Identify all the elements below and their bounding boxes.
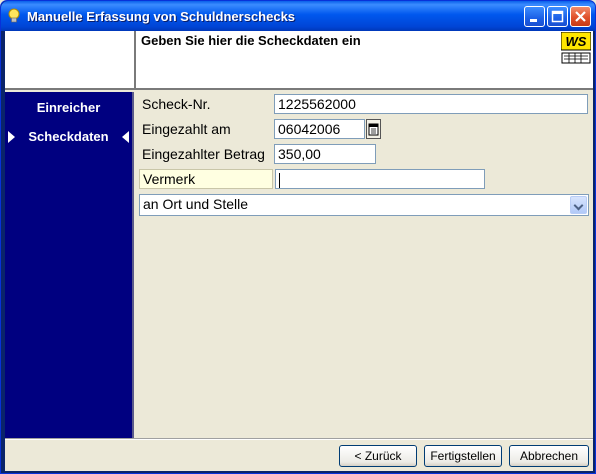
- footer-divider: [5, 438, 593, 440]
- maximize-button[interactable]: [547, 6, 568, 27]
- lightbulb-icon: [8, 8, 20, 23]
- dialog-window: Manuelle Erfassung von Schuldnerschecks …: [0, 0, 596, 474]
- finish-button[interactable]: Fertigstellen: [424, 445, 502, 467]
- vermerk-input[interactable]: [275, 169, 485, 189]
- eingezahlt-am-input[interactable]: 06042006: [274, 119, 365, 139]
- dialog-client-area: Geben Sie hier die Scheckdaten ein WS Ei…: [5, 31, 593, 471]
- calendar-icon: [368, 123, 379, 136]
- cheque-form: Scheck-Nr. 1225562000 Eingezahlt am 0604…: [136, 92, 593, 438]
- ws-logo: WS: [561, 32, 591, 64]
- header-divider: [134, 31, 136, 90]
- cancel-button[interactable]: Abbrechen: [509, 445, 589, 467]
- page-title: Geben Sie hier die Scheckdaten ein: [141, 33, 361, 48]
- calendar-button[interactable]: [366, 119, 381, 139]
- close-button[interactable]: [570, 6, 591, 27]
- window-title: Manuelle Erfassung von Schuldnerschecks: [27, 9, 296, 24]
- ort-select-value: an Ort und Stelle: [143, 196, 249, 212]
- title-bar[interactable]: Manuelle Erfassung von Schuldnerschecks: [1, 1, 595, 31]
- nav-item-scheckdaten[interactable]: Scheckdaten: [5, 129, 132, 144]
- scheck-nr-label: Scheck-Nr.: [142, 96, 211, 112]
- nav-item-label: Scheckdaten: [28, 129, 109, 144]
- text-caret: [279, 172, 280, 188]
- vermerk-label: Vermerk: [139, 169, 273, 189]
- betrag-label: Eingezahlter Betrag: [142, 146, 265, 162]
- ws-logo-text: WS: [566, 34, 587, 49]
- betrag-input[interactable]: 350,00: [274, 144, 376, 164]
- scheck-nr-input[interactable]: 1225562000: [274, 94, 588, 114]
- triangle-right-icon: [8, 131, 15, 143]
- wizard-navigation: Einreicher Scheckdaten: [5, 92, 134, 438]
- maximize-icon: [551, 10, 564, 23]
- nav-item-label: Einreicher: [36, 100, 101, 115]
- triangle-left-icon: [122, 131, 129, 143]
- ort-select[interactable]: an Ort und Stelle: [139, 194, 589, 216]
- close-icon: [575, 11, 586, 22]
- eingezahlt-am-label: Eingezahlt am: [142, 121, 231, 137]
- minimize-button[interactable]: [524, 6, 545, 27]
- nav-item-einreicher[interactable]: Einreicher: [5, 100, 132, 115]
- minimize-icon: [530, 19, 537, 22]
- back-button[interactable]: < Zurück: [339, 445, 417, 467]
- chevron-down-icon[interactable]: [570, 196, 587, 214]
- wizard-header: Geben Sie hier die Scheckdaten ein WS: [5, 31, 593, 90]
